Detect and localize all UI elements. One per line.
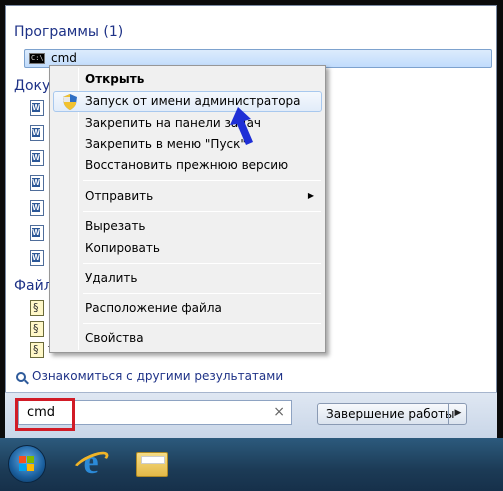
section-files: Файл [14,278,53,294]
search-highlight-box [15,398,75,431]
explorer-folder-icon[interactable] [136,452,168,477]
uac-shield-icon [63,94,77,110]
cmd-icon: C:\ [29,53,45,64]
windows-logo-icon [19,456,35,472]
clear-search-icon[interactable]: × [273,404,285,420]
menu-separator [83,180,321,181]
word-doc-icon[interactable] [30,250,44,266]
word-doc-icon[interactable] [30,125,44,141]
menu-item-pin-start[interactable]: Закрепить в меню "Пуск" [53,134,322,155]
submenu-arrow-icon: ▶ [307,191,314,200]
section-programs: Программы (1) [14,24,124,40]
menu-separator [83,263,321,264]
menu-separator [83,293,321,294]
menu-item-delete[interactable]: Удалить [53,268,322,289]
shutdown-button[interactable]: Завершение работы [317,403,467,425]
search-icon [16,371,26,382]
more-results-link[interactable]: Ознакомиться с другими результатами [16,369,283,383]
menu-item-cut[interactable]: Вырезать [53,216,322,237]
menu-item-properties[interactable]: Свойства [53,328,322,349]
file-icon[interactable] [30,300,44,316]
menu-separator [83,211,321,212]
word-doc-icon[interactable] [30,225,44,241]
menu-item-file-location[interactable]: Расположение файла [53,298,322,319]
annotation-arrow-icon [230,107,253,145]
section-documents: Доку [14,78,51,94]
menu-item-run-as-admin[interactable]: Запуск от имени администратора [53,91,322,112]
menu-item-send-to-label: Отправить [85,189,154,203]
word-doc-icon[interactable] [30,150,44,166]
menu-item-pin-taskbar[interactable]: Закрепить на панели задач [53,113,322,134]
word-doc-icon[interactable] [30,175,44,191]
shutdown-options-button[interactable]: ▶ [448,403,467,425]
file-icon[interactable] [30,342,44,358]
word-doc-icon[interactable] [30,200,44,216]
file-icon[interactable] [30,321,44,337]
menu-item-restore[interactable]: Восстановить прежнюю версию [53,155,322,176]
context-menu: Открыть Запуск от имени администратора З… [49,65,326,353]
menu-item-open[interactable]: Открыть [53,69,322,90]
menu-item-send-to[interactable]: Отправить ▶ [53,186,322,207]
word-doc-icon[interactable] [30,100,44,116]
menu-item-copy[interactable]: Копировать [53,238,322,259]
menu-item-run-as-admin-label: Запуск от имени администратора [85,94,301,108]
more-results-label: Ознакомиться с другими результатами [32,369,284,383]
program-label: cmd [51,51,77,65]
menu-separator [83,323,321,324]
